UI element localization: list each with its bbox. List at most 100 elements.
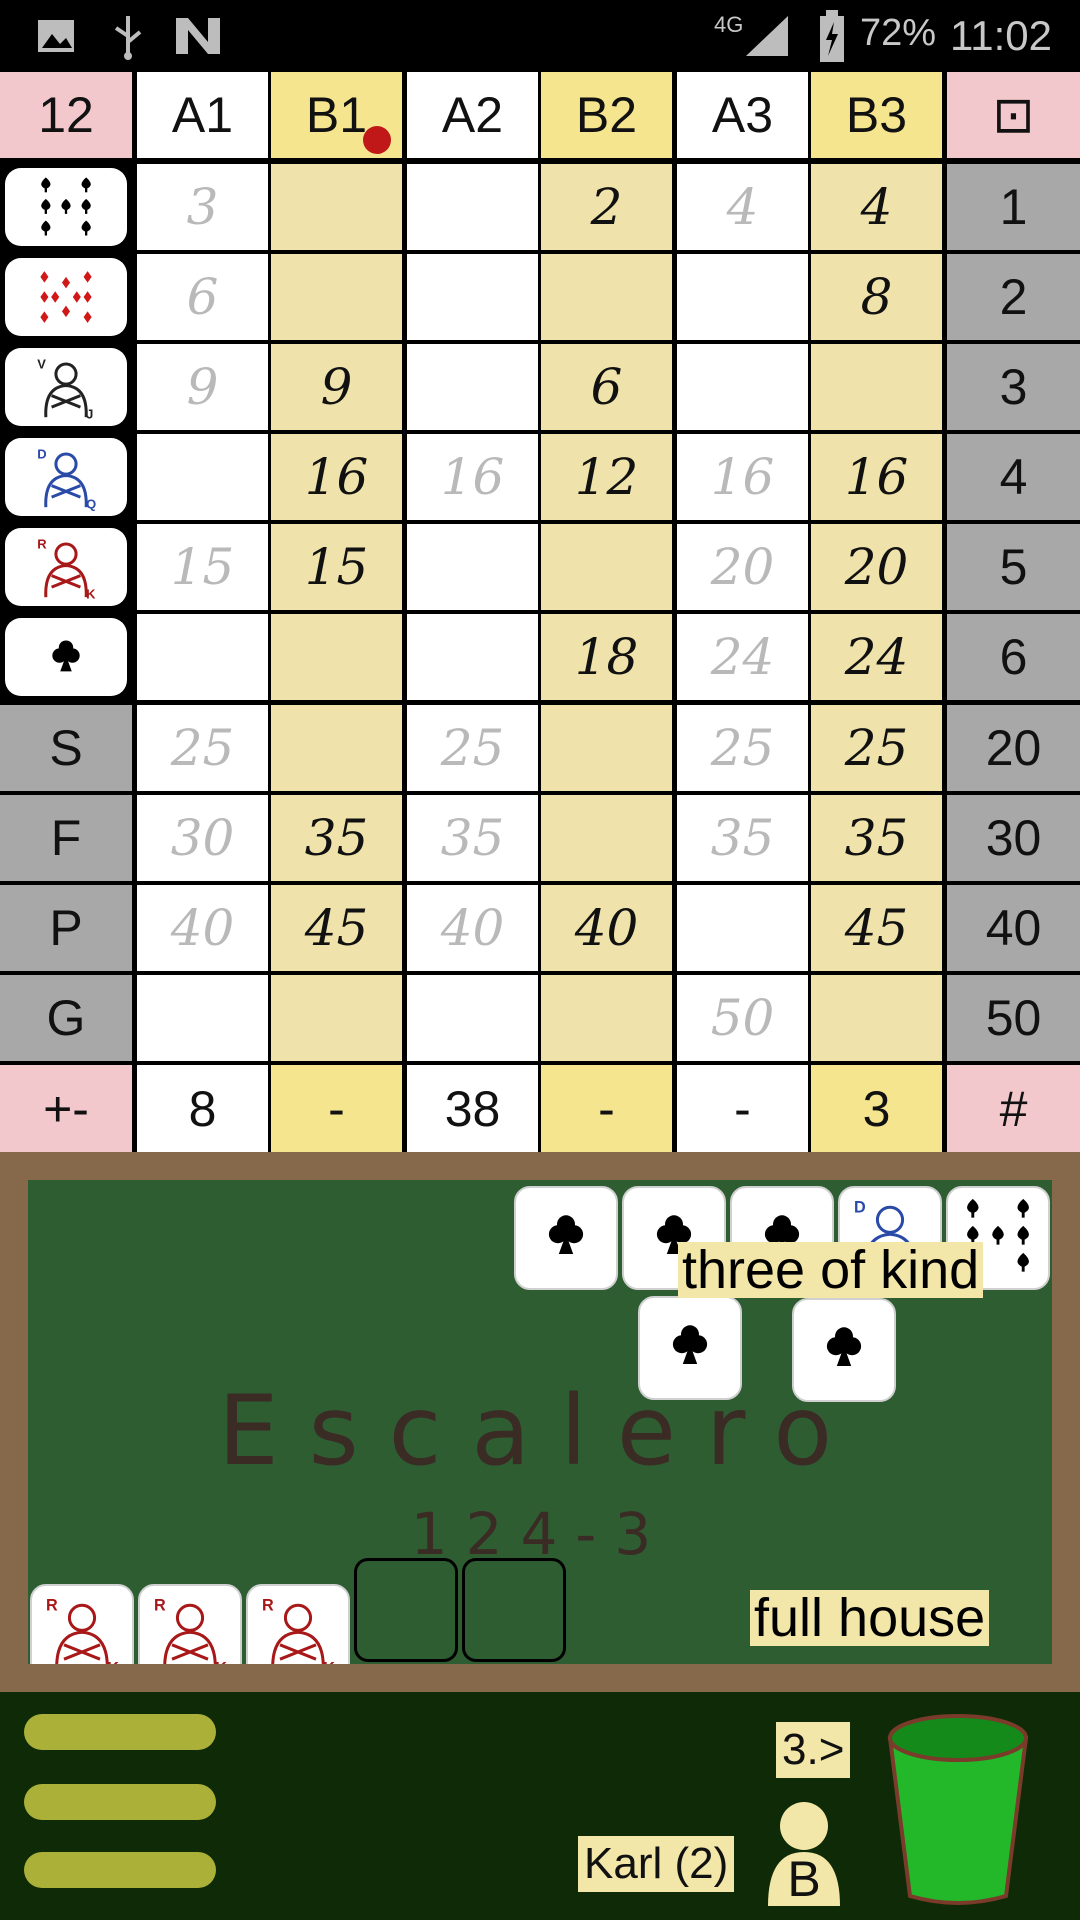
score-cell[interactable]: 45 — [271, 885, 402, 971]
score-cell[interactable] — [541, 975, 672, 1061]
svg-text:K: K — [86, 587, 96, 602]
svg-text:D: D — [37, 446, 46, 461]
score-cell[interactable]: 35 — [271, 795, 402, 881]
score-cell[interactable] — [541, 524, 672, 610]
score-cell[interactable] — [137, 975, 268, 1061]
score-cell[interactable]: 16 — [271, 434, 402, 520]
score-cell[interactable]: 9 — [271, 344, 402, 430]
svg-text:V: V — [37, 356, 46, 371]
player-name: Karl (2) — [578, 1836, 735, 1892]
score-cell[interactable]: 8 — [811, 254, 942, 340]
score-cell[interactable]: 16 — [407, 434, 538, 520]
score-cell[interactable] — [407, 524, 538, 610]
score-cell[interactable]: 35 — [811, 795, 942, 881]
score-cell[interactable] — [271, 705, 402, 791]
row-category-f: F — [0, 795, 132, 881]
score-cell[interactable]: 15 — [137, 524, 268, 610]
score-cell[interactable]: 40 — [407, 885, 538, 971]
row-category-2 — [0, 254, 132, 340]
score-cell[interactable] — [677, 885, 808, 971]
score-cell[interactable]: 25 — [677, 705, 808, 791]
score-cell[interactable] — [407, 164, 538, 250]
queen-die-icon: DQ — [5, 438, 127, 516]
score-cell[interactable]: 6 — [137, 254, 268, 340]
score-cell[interactable] — [137, 614, 268, 700]
score-cell[interactable] — [137, 434, 268, 520]
next-turn-label[interactable]: 3.> — [776, 1722, 851, 1778]
score-cell[interactable]: 16 — [811, 434, 942, 520]
total-a2: 38 — [407, 1065, 538, 1152]
usb-icon — [108, 12, 148, 65]
score-cell[interactable] — [811, 975, 942, 1061]
column-header-a2[interactable]: A2 — [407, 72, 538, 158]
score-cell[interactable]: 15 — [271, 524, 402, 610]
score-cell[interactable]: 16 — [677, 434, 808, 520]
score-cell[interactable]: 45 — [811, 885, 942, 971]
score-cell[interactable] — [407, 614, 538, 700]
score-cell[interactable]: 25 — [137, 705, 268, 791]
svg-text:K: K — [215, 1659, 227, 1664]
score-cell[interactable]: 24 — [677, 614, 808, 700]
score-cell[interactable]: 30 — [137, 795, 268, 881]
score-cell[interactable] — [541, 705, 672, 791]
score-cell[interactable]: 50 — [677, 975, 808, 1061]
kept-die[interactable]: RK — [138, 1584, 242, 1664]
column-header-b2[interactable]: B2 — [541, 72, 672, 158]
empty-keep-slot[interactable] — [462, 1558, 566, 1662]
score-cell[interactable] — [677, 344, 808, 430]
column-header-a1[interactable]: A1 — [137, 72, 268, 158]
network-type: 4G — [714, 12, 744, 37]
score-cell[interactable]: 6 — [541, 344, 672, 430]
score-cell[interactable] — [811, 344, 942, 430]
status-bar: 4G 72% 11:02 — [0, 0, 1080, 72]
score-cell[interactable]: 20 — [677, 524, 808, 610]
kept-die[interactable]: RK — [246, 1584, 350, 1664]
score-cell[interactable]: 35 — [407, 795, 538, 881]
score-cell[interactable]: 40 — [137, 885, 268, 971]
totals-hash-button[interactable]: # — [947, 1065, 1080, 1152]
score-cell[interactable] — [541, 795, 672, 881]
dice-settings-button[interactable]: ⊡ — [947, 72, 1080, 158]
score-cell[interactable]: 25 — [407, 705, 538, 791]
score-cell[interactable]: 35 — [677, 795, 808, 881]
hand-die[interactable] — [514, 1186, 618, 1290]
king-die-icon: RK — [5, 528, 127, 606]
jack-die-icon: VJ — [5, 348, 127, 426]
score-cell[interactable] — [541, 254, 672, 340]
row-value: 40 — [947, 885, 1080, 971]
column-header-b3[interactable]: B3 — [811, 72, 942, 158]
score-cell[interactable]: 4 — [677, 164, 808, 250]
total-b2: - — [541, 1065, 672, 1152]
score-cell[interactable] — [407, 254, 538, 340]
empty-keep-slot[interactable] — [354, 1558, 458, 1662]
signal-icon — [744, 14, 790, 63]
score-cell[interactable]: 18 — [541, 614, 672, 700]
score-cell[interactable]: 3 — [137, 164, 268, 250]
svg-text:R: R — [46, 1596, 58, 1614]
score-cell[interactable] — [407, 344, 538, 430]
menu-icon[interactable] — [0, 1692, 240, 1920]
dice-cup-icon[interactable] — [884, 1710, 1032, 1906]
score-cell[interactable]: 40 — [541, 885, 672, 971]
score-cell[interactable]: 25 — [811, 705, 942, 791]
score-cell[interactable]: 9 — [137, 344, 268, 430]
score-cell[interactable]: 12 — [541, 434, 672, 520]
rolled-die[interactable] — [792, 1298, 896, 1402]
score-cell[interactable] — [407, 975, 538, 1061]
score-grid: 12 A1 B1 A2 B2 A3 B3 ⊡ 1 2 V J 3 D Q 4 R K 5 6 S 20 F 3… — [0, 72, 1080, 1152]
score-cell[interactable] — [677, 254, 808, 340]
row-category-6 — [0, 614, 132, 700]
rolled-die[interactable] — [638, 1296, 742, 1400]
kept-die[interactable]: RK — [30, 1584, 134, 1664]
score-cell[interactable]: 20 — [811, 524, 942, 610]
score-cell[interactable] — [271, 975, 402, 1061]
score-cell[interactable] — [271, 254, 402, 340]
column-header-b1[interactable]: B1 — [271, 72, 402, 158]
score-cell[interactable] — [271, 164, 402, 250]
score-cell[interactable]: 24 — [811, 614, 942, 700]
column-header-a3[interactable]: A3 — [677, 72, 808, 158]
score-cell[interactable]: 4 — [811, 164, 942, 250]
row-value: 20 — [947, 705, 1080, 791]
score-cell[interactable] — [271, 614, 402, 700]
score-cell[interactable]: 2 — [541, 164, 672, 250]
